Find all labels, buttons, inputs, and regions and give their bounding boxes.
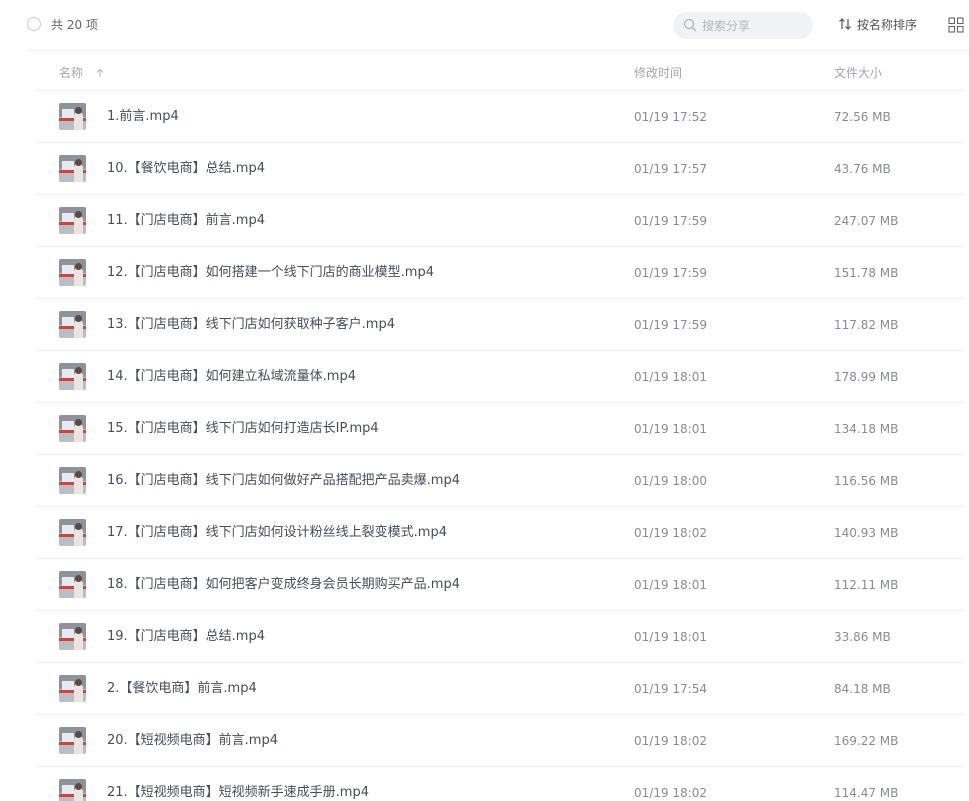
file-name[interactable]: 14.【门店电商】如何建立私域流量体.mp4 bbox=[107, 368, 356, 386]
file-row[interactable]: 14.【门店电商】如何建立私域流量体.mp4 01/19 18:01 178.99 … bbox=[35, 351, 965, 403]
file-modified-time: 01/19 18:00 bbox=[634, 474, 707, 488]
search-box[interactable] bbox=[673, 12, 813, 39]
file-size: 114.47 MB bbox=[834, 786, 899, 800]
file-name[interactable]: 16.【门店电商】线下门店如何做好产品搭配把产品卖爆.mp4 bbox=[107, 472, 460, 490]
file-name[interactable]: 1.前言.mp4 bbox=[107, 108, 179, 126]
file-name[interactable]: 20.【短视频电商】前言.mp4 bbox=[107, 732, 278, 750]
file-row[interactable]: 17.【门店电商】线下门店如何设计粉丝线上裂变模式.mp4 01/19 18:02… bbox=[35, 507, 965, 559]
sort-by-name-button[interactable]: 按名称排序 bbox=[838, 16, 917, 34]
file-row[interactable]: 16.【门店电商】线下门店如何做好产品搭配把产品卖爆.mp4 01/19 18:0… bbox=[35, 455, 965, 507]
column-size-header[interactable]: 文件大小 bbox=[834, 64, 882, 81]
file-modified-time: 01/19 18:01 bbox=[634, 422, 707, 436]
file-name[interactable]: 21.【短视频电商】短视频新手速成手册.mp4 bbox=[107, 784, 369, 801]
file-modified-time: 01/19 17:52 bbox=[634, 110, 707, 124]
file-row[interactable]: 21.【短视频电商】短视频新手速成手册.mp4 01/19 18:02 114.47… bbox=[35, 767, 965, 801]
item-count: 共 20 项 bbox=[51, 18, 98, 32]
file-share-page: 共 20 项 按名称排序 名称 bbox=[0, 0, 969, 801]
file-row[interactable]: 13.【门店电商】线下门店如何获取种子客户.mp4 01/19 17:59 117.… bbox=[35, 299, 965, 351]
file-row[interactable]: 19.【门店电商】总结.mp4 01/19 18:01 33.86 MB bbox=[35, 611, 965, 663]
column-name-label: 名称 bbox=[59, 66, 84, 80]
video-thumbnail bbox=[59, 727, 86, 754]
file-modified-time: 01/19 18:02 bbox=[634, 734, 707, 748]
video-thumbnail bbox=[59, 519, 86, 546]
file-row[interactable]: 15.【门店电商】线下门店如何打造店长IP.mp4 01/19 18:01 134.… bbox=[35, 403, 965, 455]
search-input[interactable] bbox=[702, 16, 802, 35]
file-modified-time: 01/19 17:59 bbox=[634, 214, 707, 228]
file-row[interactable]: 10.【餐饮电商】总结.mp4 01/19 17:57 43.76 MB bbox=[35, 143, 965, 195]
file-size: 247.07 MB bbox=[834, 214, 899, 228]
video-thumbnail bbox=[59, 779, 86, 801]
video-thumbnail bbox=[59, 467, 86, 494]
file-row[interactable]: 11.【门店电商】前言.mp4 01/19 17:59 247.07 MB bbox=[35, 195, 965, 247]
file-row[interactable]: 1.前言.mp4 01/19 17:52 72.56 MB bbox=[35, 91, 965, 143]
grid-view-icon[interactable] bbox=[948, 17, 964, 33]
file-modified-time: 01/19 17:57 bbox=[634, 162, 707, 176]
arrow-up-icon bbox=[96, 68, 104, 77]
video-thumbnail bbox=[59, 311, 86, 338]
file-name[interactable]: 2.【餐饮电商】前言.mp4 bbox=[107, 680, 257, 698]
file-size: 140.93 MB bbox=[834, 526, 899, 540]
file-size: 43.76 MB bbox=[834, 162, 891, 176]
file-modified-time: 01/19 18:02 bbox=[634, 786, 707, 800]
file-size: 84.18 MB bbox=[834, 682, 891, 696]
file-row[interactable]: 20.【短视频电商】前言.mp4 01/19 18:02 169.22 MB bbox=[35, 715, 965, 767]
video-thumbnail bbox=[59, 675, 86, 702]
video-thumbnail bbox=[59, 259, 86, 286]
video-thumbnail bbox=[59, 207, 86, 234]
file-size: 33.86 MB bbox=[834, 630, 891, 644]
column-header: 名称 修改时间 文件大小 bbox=[0, 51, 969, 91]
file-size: 72.56 MB bbox=[834, 110, 891, 124]
file-size: 112.11 MB bbox=[834, 578, 899, 592]
file-modified-time: 01/19 17:59 bbox=[634, 266, 707, 280]
file-size: 169.22 MB bbox=[834, 734, 899, 748]
file-size: 178.99 MB bbox=[834, 370, 899, 384]
video-thumbnail bbox=[59, 363, 86, 390]
file-name[interactable]: 11.【门店电商】前言.mp4 bbox=[107, 212, 265, 230]
file-name[interactable]: 13.【门店电商】线下门店如何获取种子客户.mp4 bbox=[107, 316, 395, 334]
file-modified-time: 01/19 17:54 bbox=[634, 682, 707, 696]
file-size: 116.56 MB bbox=[834, 474, 899, 488]
video-thumbnail bbox=[59, 571, 86, 598]
sort-icon bbox=[839, 18, 851, 30]
column-name-header[interactable]: 名称 bbox=[59, 64, 105, 81]
file-row[interactable]: 18.【门店电商】如何把客户变成终身会员长期购买产品.mp4 01/19 18:0… bbox=[35, 559, 965, 611]
toolbar: 共 20 项 按名称排序 bbox=[0, 0, 969, 50]
file-modified-time: 01/19 18:01 bbox=[634, 630, 707, 644]
file-modified-time: 01/19 18:01 bbox=[634, 578, 707, 592]
file-name[interactable]: 17.【门店电商】线下门店如何设计粉丝线上裂变模式.mp4 bbox=[107, 524, 447, 542]
sort-label: 按名称排序 bbox=[857, 18, 918, 32]
file-name[interactable]: 10.【餐饮电商】总结.mp4 bbox=[107, 160, 265, 178]
file-modified-time: 01/19 18:02 bbox=[634, 526, 707, 540]
column-time-header[interactable]: 修改时间 bbox=[634, 64, 682, 81]
video-thumbnail bbox=[59, 155, 86, 182]
select-all-checkbox[interactable] bbox=[27, 17, 41, 31]
file-size: 134.18 MB bbox=[834, 422, 899, 436]
file-name[interactable]: 19.【门店电商】总结.mp4 bbox=[107, 628, 265, 646]
file-size: 151.78 MB bbox=[834, 266, 899, 280]
file-name[interactable]: 12.【门店电商】如何搭建一个线下门店的商业模型.mp4 bbox=[107, 264, 434, 282]
file-size: 117.82 MB bbox=[834, 318, 899, 332]
video-thumbnail bbox=[59, 415, 86, 442]
search-icon bbox=[683, 18, 697, 32]
file-name[interactable]: 15.【门店电商】线下门店如何打造店长IP.mp4 bbox=[107, 420, 379, 438]
file-list: 1.前言.mp4 01/19 17:52 72.56 MB 10.【餐饮电商】总结.m… bbox=[0, 91, 969, 801]
video-thumbnail bbox=[59, 623, 86, 650]
file-row[interactable]: 12.【门店电商】如何搭建一个线下门店的商业模型.mp4 01/19 17:59 1… bbox=[35, 247, 965, 299]
file-modified-time: 01/19 17:59 bbox=[634, 318, 707, 332]
file-name[interactable]: 18.【门店电商】如何把客户变成终身会员长期购买产品.mp4 bbox=[107, 576, 460, 594]
video-thumbnail bbox=[59, 103, 86, 130]
file-modified-time: 01/19 18:01 bbox=[634, 370, 707, 384]
file-row[interactable]: 2.【餐饮电商】前言.mp4 01/19 17:54 84.18 MB bbox=[35, 663, 965, 715]
